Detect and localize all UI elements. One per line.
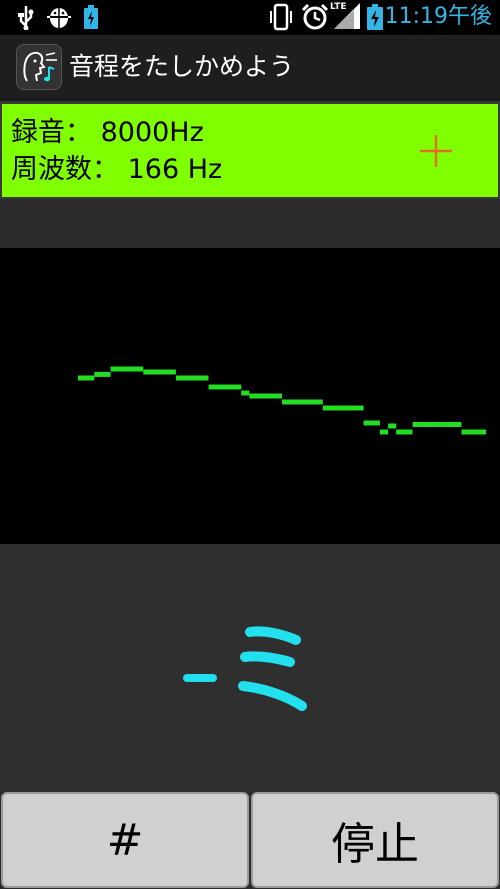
- action-bar: 音程をたしかめよう: [0, 35, 500, 100]
- note-svg: - ミ: [183, 626, 307, 711]
- recording-rate-row: 録音： 8000Hz: [11, 115, 204, 151]
- status-time: 11:19午後: [384, 4, 492, 29]
- pitch-segment: [396, 429, 413, 435]
- pitch-segment: [379, 429, 389, 435]
- frequency-label: 周波数：: [11, 154, 119, 185]
- pitch-segment: [363, 420, 380, 426]
- status-bar: LTE 11:19午後: [0, 0, 500, 35]
- pitch-segment: [445, 422, 462, 427]
- app-title: 音程をたしかめよう: [69, 52, 295, 81]
- sharp-button[interactable]: #: [1, 792, 249, 888]
- sharp-button-label: #: [106, 814, 144, 866]
- pitch-segment: [241, 390, 250, 396]
- alarm-icon: [300, 3, 330, 30]
- android-debug-icon: [46, 4, 72, 30]
- pitch-segment: [249, 393, 282, 399]
- recording-rate-value: 8000Hz: [100, 117, 204, 148]
- signal-icon: LTE: [330, 2, 362, 30]
- recording-rate-label: 録音：: [11, 117, 92, 148]
- pitch-segment: [322, 405, 364, 411]
- note-display: - ミ: [0, 544, 500, 792]
- pitch-graph: [0, 248, 500, 544]
- pitch-segment: [388, 423, 397, 429]
- battery-charging-small-icon: [82, 4, 100, 30]
- pitch-segment: [175, 375, 209, 381]
- note-syllable: [238, 626, 307, 711]
- stop-button-label: 停止: [331, 819, 419, 870]
- singing-face-music-note-icon: [16, 44, 62, 90]
- pitch-segment: [282, 399, 323, 405]
- vibrate-icon: [268, 3, 294, 31]
- pitch-segment: [143, 369, 176, 375]
- plus-icon[interactable]: [419, 134, 453, 168]
- pitch-segment: [412, 422, 446, 427]
- battery-icon: [366, 4, 384, 30]
- pitch-segment: [78, 375, 95, 381]
- usb-icon: [14, 4, 38, 30]
- frequency-value: 166 Hz: [127, 154, 223, 185]
- stop-button[interactable]: 停止: [251, 792, 499, 888]
- pitch-segment: [110, 366, 144, 372]
- pitch-segment: [94, 371, 111, 377]
- frequency-row: 周波数： 166 Hz: [11, 152, 222, 188]
- pitch-trace-svg: [78, 366, 486, 435]
- pitch-segment: [208, 384, 242, 390]
- pitch-segment: [461, 429, 486, 435]
- lte-label: LTE: [330, 2, 347, 12]
